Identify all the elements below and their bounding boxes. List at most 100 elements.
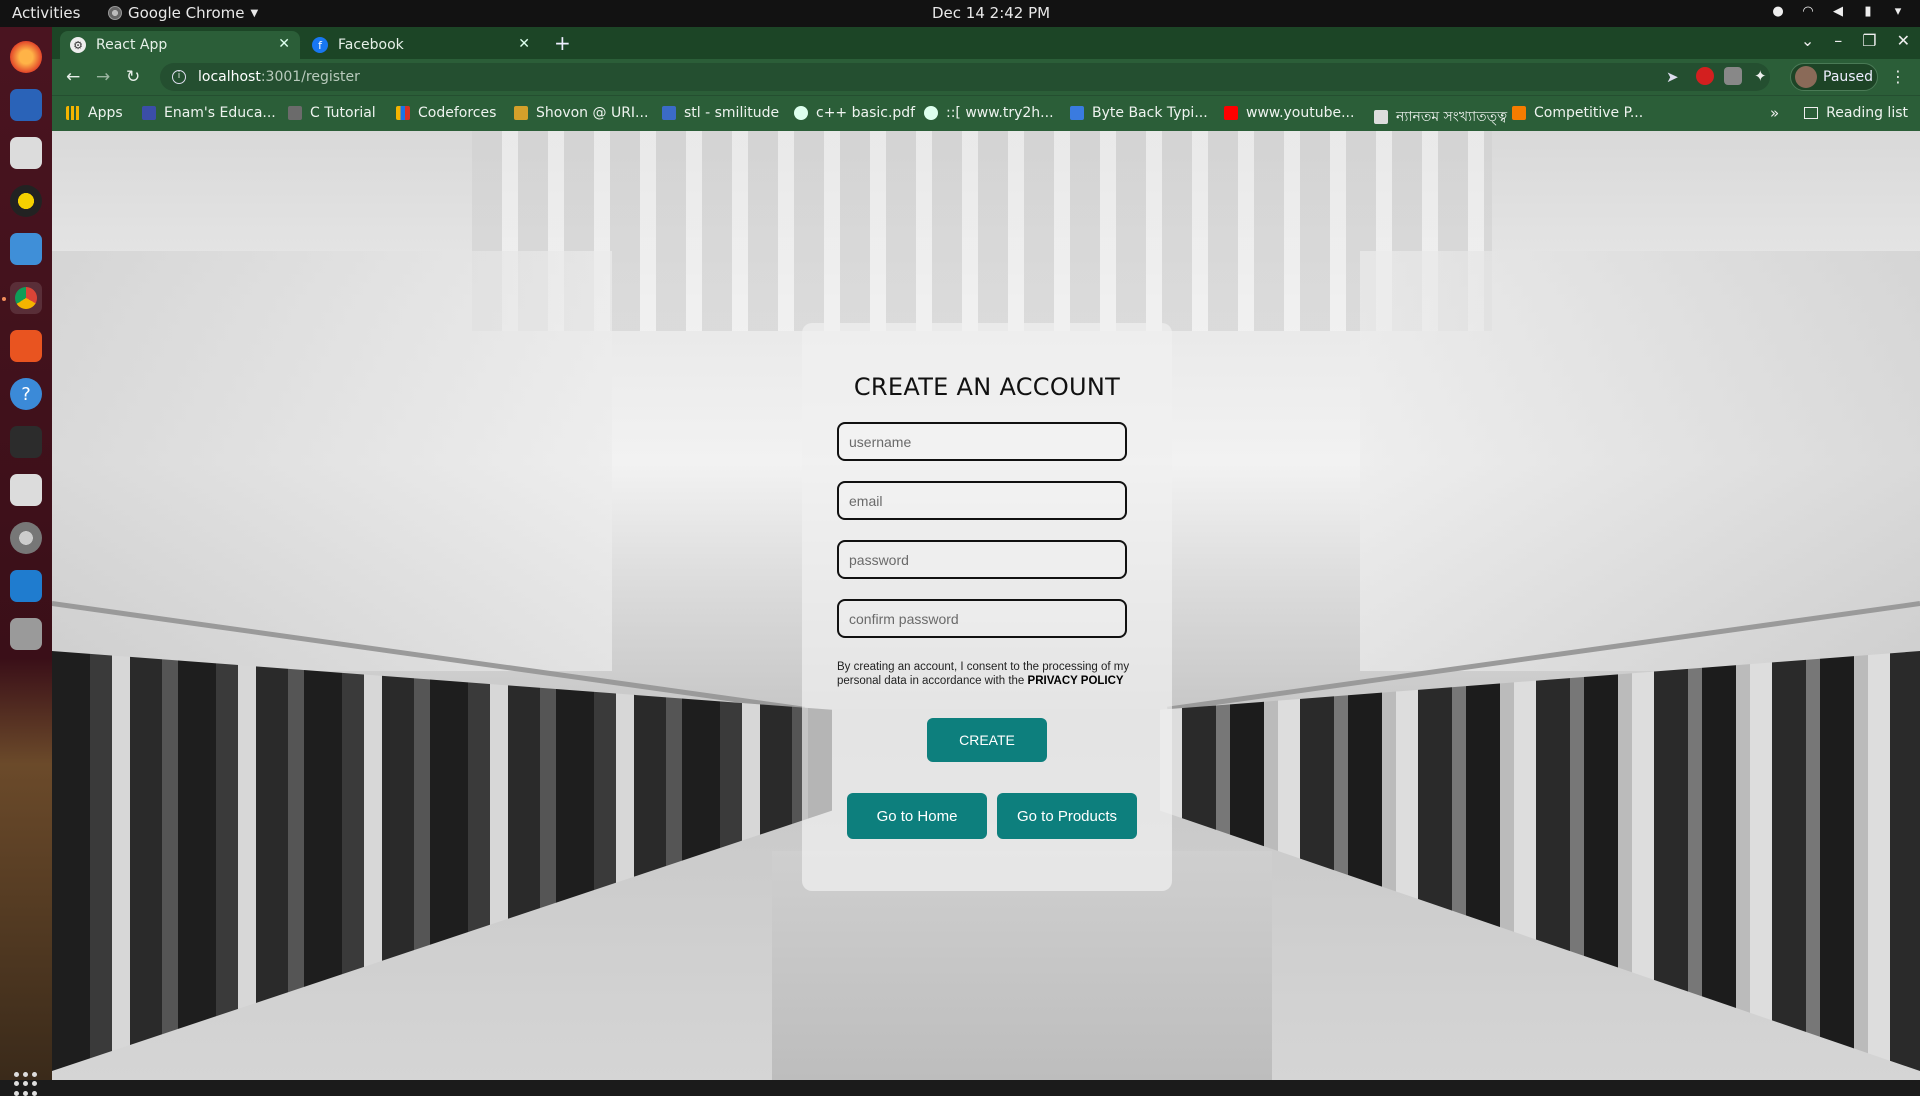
terminal-icon[interactable] <box>10 426 42 458</box>
volume-icon[interactable]: ◀ <box>1830 4 1846 20</box>
document-viewer-icon[interactable] <box>10 474 42 506</box>
bookmarks-bar: Apps Enam's Educa... C Tutorial Codeforc… <box>52 95 1920 131</box>
bookmark-competitive[interactable]: Competitive P... <box>1512 105 1643 121</box>
settings-icon[interactable] <box>10 522 42 554</box>
youtube-icon <box>1224 106 1238 120</box>
close-icon[interactable]: ✕ <box>518 36 530 52</box>
chrome-tray-icon[interactable]: ● <box>1770 4 1786 20</box>
reading-list-icon <box>1804 107 1819 119</box>
wifi-icon[interactable]: ◠ <box>1800 4 1816 20</box>
clothes-rack-left <box>52 651 832 1071</box>
help-icon[interactable]: ? <box>10 378 42 410</box>
menu-icon[interactable]: ⋮ <box>1890 67 1906 86</box>
software-center-icon[interactable] <box>10 330 42 362</box>
address-bar[interactable]: i localhost:3001/register <box>160 63 1770 91</box>
background-wall-left <box>52 251 612 671</box>
blogger-icon <box>1512 106 1526 120</box>
avatar <box>1795 66 1817 88</box>
new-tab-icon[interactable]: + <box>554 31 571 55</box>
more-bookmarks-icon[interactable]: » <box>1770 104 1779 122</box>
bookmark-favicon-icon <box>142 106 156 120</box>
bookmark-favicon-icon <box>1374 110 1388 124</box>
chrome-app-icon <box>108 6 122 20</box>
tab-label: React App <box>96 37 168 53</box>
files-icon[interactable] <box>10 137 42 169</box>
bookmark-youtube[interactable]: www.youtube... <box>1224 105 1354 121</box>
bookmark-try2h[interactable]: ::[ www.try2h... <box>924 105 1054 121</box>
profile-button[interactable]: Paused <box>1790 63 1878 91</box>
tab-facebook[interactable]: f Facebook ✕ <box>302 31 540 59</box>
reload-icon[interactable]: ↻ <box>126 67 140 87</box>
codeforces-icon <box>396 106 410 120</box>
tab-react-app[interactable]: ⚙ React App ✕ <box>60 31 300 59</box>
activities-button[interactable]: Activities <box>12 4 80 22</box>
minimize-icon[interactable]: – <box>1834 31 1842 50</box>
writer-icon[interactable] <box>10 233 42 265</box>
bookmark-apps[interactable]: Apps <box>66 105 123 121</box>
thunderbird-icon[interactable] <box>10 89 42 121</box>
page-viewport: CREATE AN ACCOUNT By creating an account… <box>52 131 1920 1080</box>
bookmark-favicon-icon <box>1070 106 1084 120</box>
extensions-puzzle-icon[interactable]: ✦ <box>1754 67 1772 85</box>
browser-toolbar: ← → ↻ i localhost:3001/register ➤ ☆ ✦ Pa… <box>52 59 1920 95</box>
bookmark-byte-back[interactable]: Byte Back Typi... <box>1070 105 1208 121</box>
window-controls: ⌄ – ❐ ✕ <box>1801 31 1910 50</box>
bookmark-favicon-icon <box>288 106 302 120</box>
confirm-password-input[interactable] <box>837 599 1127 638</box>
rhythmbox-icon[interactable] <box>10 185 42 217</box>
tab-search-icon[interactable]: ⌄ <box>1801 31 1814 50</box>
consent-text: By creating an account, I consent to the… <box>837 661 1130 687</box>
extension-red-icon[interactable] <box>1696 67 1714 85</box>
password-input[interactable] <box>837 540 1127 579</box>
bookmark-codeforces[interactable]: Codeforces <box>396 105 496 121</box>
vscode-icon[interactable] <box>10 570 42 602</box>
power-menu-icon[interactable]: ▾ <box>1890 4 1906 20</box>
send-icon[interactable]: ➤ <box>1666 68 1679 86</box>
system-tray[interactable]: ● ◠ ◀ ▮ ▾ <box>1770 4 1906 20</box>
chrome-dock-icon[interactable] <box>10 282 42 314</box>
page-title: CREATE AN ACCOUNT <box>853 373 1121 401</box>
trophy-icon <box>514 106 528 120</box>
apps-grid-icon <box>66 106 80 120</box>
bookmark-c-tutorial[interactable]: C Tutorial <box>288 105 376 121</box>
bookmark-number-theory[interactable]: ন্যানতম সংখ্যাতত্ত্ব <box>1374 105 1507 129</box>
forward-icon[interactable]: → <box>96 67 110 87</box>
disk-icon[interactable] <box>10 618 42 650</box>
close-icon[interactable]: ✕ <box>278 36 290 52</box>
clothes-rack-right <box>1160 651 1920 1071</box>
firefox-icon[interactable] <box>10 41 42 73</box>
bookmark-enams-educa[interactable]: Enam's Educa... <box>142 105 276 121</box>
restore-icon[interactable]: ❐ <box>1862 31 1876 50</box>
globe-icon <box>794 106 808 120</box>
browser-window: ⚙ React App ✕ f Facebook ✕ + ⌄ – ❐ ✕ ← →… <box>52 27 1920 131</box>
globe-icon <box>924 106 938 120</box>
chevron-down-icon: ▼ <box>250 7 259 19</box>
facebook-favicon-icon: f <box>312 37 328 53</box>
username-input[interactable] <box>837 422 1127 461</box>
bookmark-favicon-icon <box>662 106 676 120</box>
reading-list-button[interactable]: Reading list <box>1804 105 1908 121</box>
bookmark-cpp-basic[interactable]: c++ basic.pdf <box>794 105 915 121</box>
go-to-products-button[interactable]: Go to Products <box>997 793 1137 839</box>
go-to-home-button[interactable]: Go to Home <box>847 793 987 839</box>
register-card: CREATE AN ACCOUNT By creating an account… <box>802 323 1172 891</box>
react-favicon-icon: ⚙ <box>70 37 86 53</box>
app-menu[interactable]: Google Chrome ▼ <box>108 4 258 22</box>
profile-status: Paused <box>1823 69 1874 85</box>
battery-icon[interactable]: ▮ <box>1860 4 1876 20</box>
privacy-policy-link[interactable]: PRIVACY POLICY <box>1028 675 1124 687</box>
site-info-icon[interactable]: i <box>172 70 186 84</box>
background-ceiling <box>472 131 1492 331</box>
active-indicator <box>2 297 6 301</box>
background-wall-right <box>1360 251 1920 671</box>
clock[interactable]: Dec 14 2:42 PM <box>932 4 1050 22</box>
extension-gray-icon[interactable] <box>1724 67 1742 85</box>
show-apps-icon[interactable] <box>14 1072 38 1096</box>
bookmark-shovon-uri[interactable]: Shovon @ URI... <box>514 105 648 121</box>
bookmark-stl-smilitude[interactable]: stl - smilitude <box>662 105 779 121</box>
email-input[interactable] <box>837 481 1127 520</box>
system-top-bar: Activities Google Chrome ▼ Dec 14 2:42 P… <box>0 0 1920 27</box>
close-window-icon[interactable]: ✕ <box>1897 31 1910 50</box>
back-icon[interactable]: ← <box>66 67 80 87</box>
create-button[interactable]: CREATE <box>927 718 1047 762</box>
